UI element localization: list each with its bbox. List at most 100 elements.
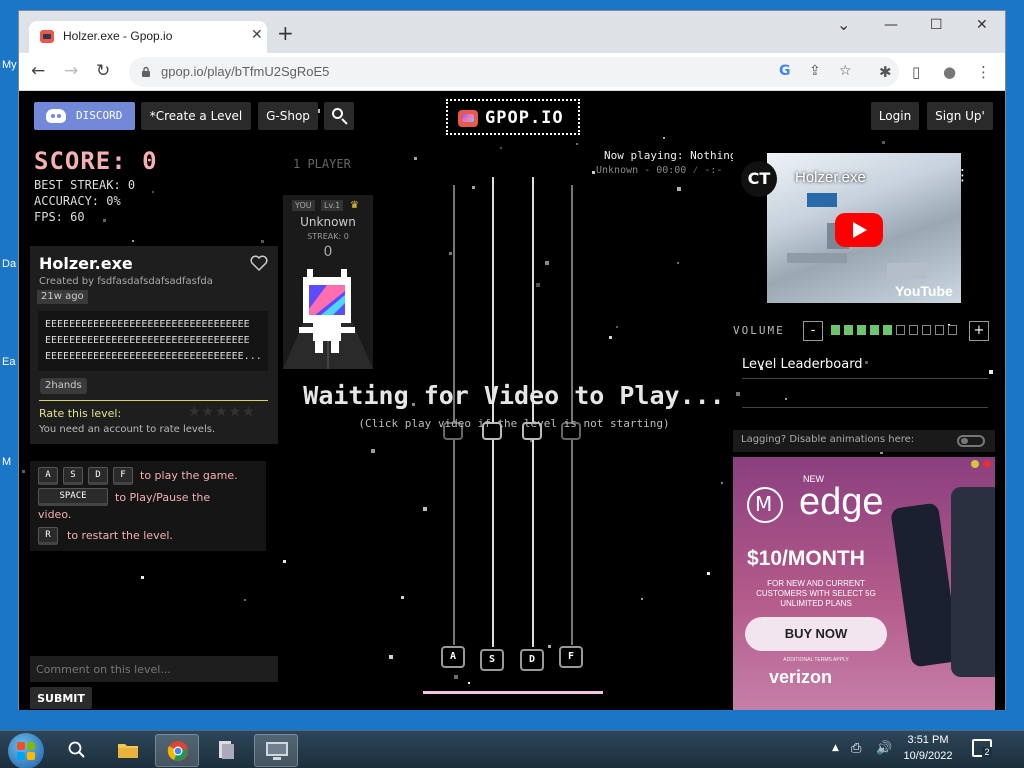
- gpop-logo[interactable]: GPOP.IO: [446, 99, 580, 135]
- notifications-icon[interactable]: 2: [972, 739, 992, 757]
- star: [545, 261, 549, 265]
- document-app-icon[interactable]: [204, 734, 248, 767]
- start-button[interactable]: [8, 733, 44, 768]
- pause-help-text-2: video.: [38, 508, 72, 521]
- address-bar[interactable]: gpop.io/play/bTfmU2SgRoE5 G ⇪ ☆: [129, 57, 899, 87]
- ad-close-dot[interactable]: [983, 460, 991, 468]
- key-a: A: [38, 467, 58, 485]
- star: [141, 576, 144, 579]
- clock-date[interactable]: 10/9/2022: [898, 750, 958, 762]
- game-viewport[interactable]: DISCORD *Create a Level G-Shop GPOP.IO L…: [19, 91, 1005, 710]
- search-icon[interactable]: [68, 741, 86, 759]
- more-options-icon[interactable]: ⋮: [955, 166, 970, 184]
- forward-button[interactable]: →: [64, 61, 78, 81]
- star: [244, 599, 246, 601]
- profile-avatar-icon[interactable]: ●: [943, 63, 956, 81]
- volume-segment[interactable]: [922, 325, 931, 335]
- star: [22, 470, 25, 473]
- ad-fine-print: ADDITIONAL TERMS APPLY: [783, 657, 849, 663]
- lock-icon: [142, 66, 150, 77]
- google-translate-icon[interactable]: G: [779, 63, 791, 79]
- level-tag[interactable]: 2hands: [40, 378, 87, 394]
- tab-search-chevron-icon[interactable]: ⌄: [837, 15, 850, 34]
- desktop-icon-label[interactable]: My: [2, 59, 17, 71]
- desktop-icon-label[interactable]: Ea: [2, 356, 15, 368]
- song-progress-bar: [423, 691, 603, 694]
- clock-time[interactable]: 3:51 PM: [898, 734, 958, 746]
- network-icon[interactable]: ⎙: [851, 741, 861, 756]
- animation-toggle[interactable]: [957, 435, 985, 447]
- best-streak: BEST STREAK: 0: [34, 178, 136, 192]
- create-level-button[interactable]: *Create a Level: [141, 102, 251, 130]
- description-line: EEEEEEEEEEEEEEEEEEEEEEEEEEEEEEEEE...: [45, 351, 261, 362]
- bookmark-star-icon[interactable]: ☆: [839, 63, 852, 79]
- player-card: YOU Lv.1 ♛ Unknown STREAK: 0 0: [283, 195, 373, 369]
- heart-icon[interactable]: [250, 255, 268, 271]
- star: [536, 283, 540, 287]
- desktop-icon-label[interactable]: M: [2, 456, 11, 468]
- divider: [742, 407, 988, 408]
- lane-key-d[interactable]: D: [520, 649, 544, 671]
- buy-now-button[interactable]: BUY NOW: [745, 617, 887, 651]
- volume-up-button[interactable]: +: [969, 321, 989, 341]
- maximize-button[interactable]: ☐: [930, 17, 943, 33]
- youtube-play-icon[interactable]: [835, 213, 883, 247]
- star: [152, 191, 154, 193]
- chrome-icon[interactable]: [155, 734, 199, 767]
- channel-avatar[interactable]: CT: [741, 161, 777, 197]
- advertisement[interactable]: NEW edge $10/MONTH FOR NEW AND CURRENT C…: [733, 457, 995, 710]
- ad-info-dot[interactable]: [971, 460, 979, 468]
- comment-input[interactable]: [30, 656, 278, 682]
- volume-segment[interactable]: [857, 325, 866, 335]
- search-button[interactable]: [324, 102, 354, 130]
- controls-help: A S D F to play the game. SPACE to Play/…: [30, 461, 266, 551]
- back-button[interactable]: ←: [31, 61, 45, 81]
- login-button[interactable]: Login: [871, 102, 919, 130]
- volume-segment[interactable]: [870, 325, 879, 335]
- minimize-button[interactable]: —: [884, 17, 898, 33]
- volume-segment[interactable]: [844, 325, 853, 335]
- file-explorer-icon[interactable]: [106, 734, 150, 767]
- tab-close-icon[interactable]: ✕: [251, 27, 263, 43]
- youtube-embed[interactable]: CT Holzer.exe ⋮ YouTube: [733, 147, 995, 311]
- player-character-avatar: [299, 269, 355, 353]
- side-panel-icon[interactable]: ▯: [912, 63, 920, 81]
- lane-key-a[interactable]: A: [441, 646, 465, 668]
- lane-key-s[interactable]: S: [480, 649, 504, 671]
- volume-segment[interactable]: [896, 325, 905, 335]
- remote-app-icon[interactable]: [254, 734, 298, 767]
- discord-button[interactable]: DISCORD: [34, 102, 135, 130]
- volume-segment[interactable]: [909, 325, 918, 335]
- tray-expand-icon[interactable]: ▲: [832, 743, 839, 753]
- share-icon[interactable]: ⇪: [809, 63, 821, 79]
- close-window-button[interactable]: ✕: [976, 17, 988, 33]
- desktop-icon-label[interactable]: Da: [2, 258, 16, 270]
- phone-image: [951, 487, 995, 677]
- ad-copy-line: FOR NEW AND CURRENT: [767, 579, 865, 588]
- volume-icon[interactable]: 🔊: [876, 741, 892, 756]
- star: [707, 572, 710, 575]
- youtube-logo[interactable]: YouTube: [895, 283, 953, 299]
- star: [468, 682, 470, 684]
- extensions-icon[interactable]: ✱: [879, 63, 892, 81]
- submit-comment-button[interactable]: SUBMIT: [30, 687, 92, 709]
- browser-menu-icon[interactable]: ⋮: [976, 63, 991, 81]
- g-shop-button[interactable]: G-Shop: [258, 102, 318, 130]
- volume-segment[interactable]: [948, 325, 957, 335]
- lane-key-f[interactable]: F: [559, 646, 583, 668]
- volume-segment[interactable]: [935, 325, 944, 335]
- volume-down-button[interactable]: -: [803, 321, 823, 341]
- new-tab-button[interactable]: +: [277, 23, 294, 43]
- volume-segment[interactable]: [831, 325, 840, 335]
- star: [677, 262, 679, 264]
- sign-up-button[interactable]: Sign Up': [927, 102, 993, 130]
- star: [472, 186, 475, 189]
- volume-segment[interactable]: [883, 325, 892, 335]
- level-info-card: Holzer.exe Created by fsdfasdafsdafsadfa…: [30, 246, 278, 444]
- reload-button[interactable]: ↻: [96, 61, 110, 81]
- tab-gpop[interactable]: Holzer.exe - Gpop.io ✕: [29, 21, 267, 53]
- url-text[interactable]: gpop.io/play/bTfmU2SgRoE5: [161, 64, 329, 79]
- video-title[interactable]: Holzer.exe: [795, 169, 866, 186]
- level-creator[interactable]: Created by fsdfasdafsdafsadfasfda: [39, 276, 213, 287]
- ad-price: $10/MONTH: [747, 547, 865, 570]
